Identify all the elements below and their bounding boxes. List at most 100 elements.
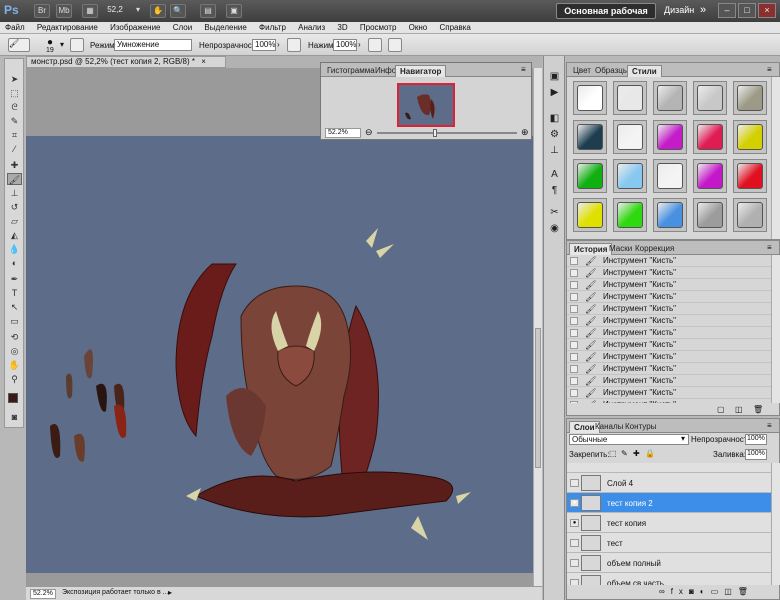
layers-scrollbar[interactable] bbox=[771, 463, 780, 585]
new-layer-icon[interactable]: ◫ bbox=[724, 587, 738, 596]
layer-style-icon[interactable]: fx bbox=[671, 587, 689, 596]
brushes-panel-icon[interactable]: ⊥ bbox=[547, 144, 562, 158]
pressure-dropdown-icon[interactable]: › bbox=[358, 40, 361, 49]
fill-input[interactable]: 100% bbox=[745, 449, 767, 460]
menu-edit[interactable]: Редактирование bbox=[32, 22, 103, 34]
quick-mask-icon[interactable]: ◙ bbox=[7, 411, 22, 423]
history-state[interactable]: 🖌 Инструмент "Кисть" bbox=[567, 255, 771, 267]
layer-name[interactable]: объем св часть bbox=[607, 579, 664, 585]
more-workspaces-icon[interactable]: » bbox=[700, 4, 706, 16]
navigator-thumbnail[interactable] bbox=[397, 83, 455, 127]
style-swatch[interactable] bbox=[693, 81, 727, 115]
new-document-from-state-icon[interactable]: ▢ bbox=[717, 405, 725, 414]
layer-row[interactable]: ● тест копия 2 bbox=[567, 493, 771, 513]
opacity-pressure-icon[interactable] bbox=[287, 38, 301, 52]
hand-tool-icon[interactable]: ✋ bbox=[150, 4, 166, 18]
history-state[interactable]: 🖌 Инструмент "Кисть" bbox=[567, 375, 771, 387]
opacity-input[interactable]: 100% bbox=[252, 39, 276, 51]
lock-position-icon[interactable]: ✚ bbox=[633, 449, 640, 458]
menu-image[interactable]: Изображение bbox=[105, 22, 165, 34]
size-pressure-icon[interactable] bbox=[388, 38, 402, 52]
menu-view[interactable]: Просмотр bbox=[355, 22, 402, 34]
blend-mode-select[interactable]: Умножение bbox=[114, 39, 192, 51]
type-tool-icon[interactable]: T bbox=[7, 287, 22, 299]
3d-camera-tool-icon[interactable]: ◎ bbox=[7, 345, 22, 357]
styles-scrollbar[interactable] bbox=[771, 77, 780, 239]
dodge-tool-icon[interactable]: ◐ bbox=[7, 257, 22, 269]
lock-all-icon[interactable]: 🔒 bbox=[645, 449, 655, 458]
layer-row[interactable]: ● тест копия bbox=[567, 513, 771, 533]
pressure-input[interactable]: 100% bbox=[333, 39, 357, 51]
status-info-text[interactable]: Экспозиция работает только в ... bbox=[62, 589, 169, 596]
brush-picker-dropdown-icon[interactable]: ▾ bbox=[60, 40, 64, 49]
history-state[interactable]: 🖌 Инструмент "Кисть" bbox=[567, 291, 771, 303]
history-source-checkbox[interactable] bbox=[570, 269, 578, 277]
view-extras-button[interactable]: ▦ bbox=[82, 4, 98, 18]
tool-preset-picker-icon[interactable]: 🖌 bbox=[8, 38, 30, 52]
lock-transparency-icon[interactable]: ⬚ bbox=[609, 449, 617, 458]
pen-tool-icon[interactable]: ✒ bbox=[7, 273, 22, 285]
layer-name[interactable]: Слой 4 bbox=[607, 479, 633, 488]
layer-visibility-eye-icon[interactable] bbox=[570, 479, 579, 487]
add-mask-icon[interactable]: ◙ bbox=[689, 587, 700, 596]
zoom-dropdown-icon[interactable]: ▾ bbox=[130, 4, 146, 18]
history-source-checkbox[interactable] bbox=[570, 365, 578, 373]
style-swatch[interactable] bbox=[693, 198, 727, 232]
history-source-checkbox[interactable] bbox=[570, 389, 578, 397]
history-state[interactable]: 🖌 Инструмент "Кисть" bbox=[567, 267, 771, 279]
history-source-checkbox[interactable] bbox=[570, 257, 578, 265]
mini-bridge-button[interactable]: Mb bbox=[56, 4, 72, 18]
layer-name[interactable]: тест копия bbox=[607, 519, 646, 528]
panel-menu-icon[interactable]: ≡ bbox=[767, 421, 772, 430]
tab-styles[interactable]: Стили bbox=[627, 65, 662, 77]
style-swatch[interactable] bbox=[733, 198, 767, 232]
panel-menu-icon[interactable]: ≡ bbox=[767, 65, 772, 74]
marquee-tool-icon[interactable]: ⬚ bbox=[7, 87, 22, 99]
history-source-checkbox[interactable] bbox=[570, 341, 578, 349]
layer-opacity-input[interactable]: 100% bbox=[745, 434, 767, 445]
document-scroll-thumb[interactable] bbox=[535, 328, 541, 468]
blur-tool-icon[interactable]: 💧 bbox=[7, 243, 22, 255]
layer-visibility-eye-icon[interactable] bbox=[570, 579, 579, 585]
layer-name[interactable]: тест bbox=[607, 539, 623, 548]
layer-name[interactable]: объем полный bbox=[607, 559, 661, 568]
panel-menu-icon[interactable]: ≡ bbox=[767, 243, 772, 252]
tab-paths[interactable]: Контуры bbox=[621, 421, 660, 433]
layer-visibility-eye-icon[interactable]: ● bbox=[570, 499, 579, 507]
link-layers-icon[interactable]: ∞ bbox=[659, 587, 671, 596]
path-selection-tool-icon[interactable]: ↖ bbox=[7, 301, 22, 313]
history-source-checkbox[interactable] bbox=[570, 353, 578, 361]
brush-panel-toggle-icon[interactable] bbox=[70, 38, 84, 52]
eyedropper-tool-icon[interactable]: ⁄ bbox=[7, 143, 22, 155]
layer-thumbnail[interactable] bbox=[581, 515, 601, 531]
quick-selection-tool-icon[interactable]: ✎ bbox=[7, 115, 22, 127]
layer-row[interactable]: объем полный bbox=[567, 553, 771, 573]
style-swatch[interactable] bbox=[693, 120, 727, 154]
style-swatch[interactable] bbox=[733, 120, 767, 154]
style-swatch[interactable] bbox=[613, 81, 647, 115]
zoom-in-icon[interactable]: ⊕ bbox=[521, 127, 529, 138]
history-state[interactable]: 🖌 Инструмент "Кисть" bbox=[567, 315, 771, 327]
navigator-zoom-slider-handle[interactable] bbox=[433, 129, 437, 137]
bridge-button[interactable]: Br bbox=[34, 4, 50, 18]
document-tab[interactable]: монстр.psd @ 52,2% (тест копия 2, RGB/8)… bbox=[26, 56, 226, 68]
clone-source-panel-icon[interactable]: ◉ bbox=[547, 222, 562, 236]
lasso-tool-icon[interactable]: ᘓ bbox=[7, 101, 22, 113]
layer-row[interactable]: объем св часть bbox=[567, 573, 771, 585]
menu-file[interactable]: Файл bbox=[0, 22, 30, 34]
crop-tool-icon[interactable]: ⌗ bbox=[7, 129, 22, 141]
layer-visibility-eye-icon[interactable] bbox=[570, 559, 579, 567]
airbrush-icon[interactable] bbox=[368, 38, 382, 52]
history-state[interactable]: 🖌 Инструмент "Кисть" bbox=[567, 279, 771, 291]
brush-tool-icon[interactable]: 🖌 bbox=[7, 173, 22, 185]
workspace-essentials-button[interactable]: Основная рабочая среда bbox=[556, 3, 656, 30]
status-menu-icon[interactable]: ▸ bbox=[168, 588, 172, 597]
paint-bucket-tool-icon[interactable]: ◭ bbox=[7, 229, 22, 241]
menu-layer[interactable]: Слои bbox=[168, 22, 197, 34]
delete-state-icon[interactable]: 🗑 bbox=[753, 405, 763, 414]
clone-stamp-tool-icon[interactable]: ⊥ bbox=[7, 187, 22, 199]
minimize-button[interactable]: – bbox=[718, 3, 736, 18]
panel-menu-icon[interactable]: ≡ bbox=[521, 65, 526, 74]
workspace-design-button[interactable]: Дизайн bbox=[664, 5, 694, 15]
history-source-checkbox[interactable] bbox=[570, 329, 578, 337]
